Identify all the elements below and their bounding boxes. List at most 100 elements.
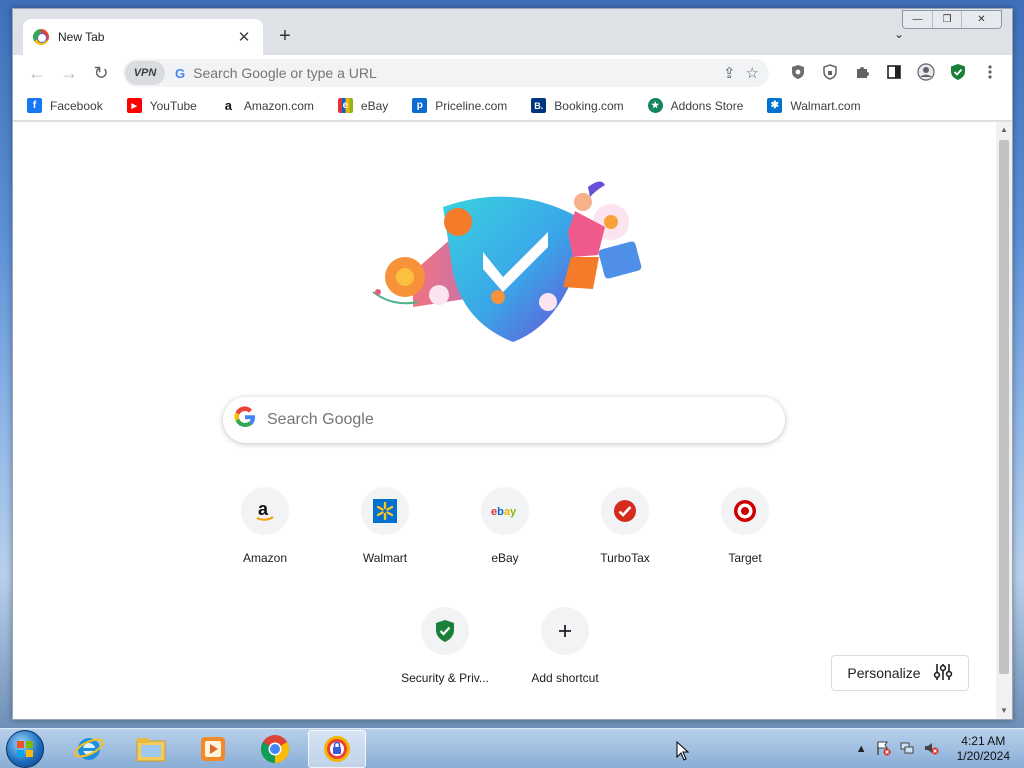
plus-icon <box>541 607 589 655</box>
search-input[interactable] <box>267 411 785 429</box>
action-center-flag-icon[interactable] <box>875 740 891 759</box>
walmart-logo-icon <box>361 487 409 535</box>
google-search-box[interactable] <box>223 397 785 443</box>
google-g-icon: G <box>175 65 186 81</box>
extension-lock-shield-icon[interactable] <box>818 60 842 84</box>
shortcut-ebay[interactable]: ebay eBay <box>449 487 561 565</box>
bookmark-amazon[interactable]: a Amazon.com <box>220 98 314 113</box>
chrome-taskbar-button[interactable] <box>246 730 304 768</box>
restore-button[interactable]: ❐ <box>932 11 961 28</box>
tab-title: New Tab <box>58 30 105 44</box>
green-shield-check-icon <box>421 607 469 655</box>
taskbar: ▲ 4:21 AM 1/20/2024 <box>0 728 1024 768</box>
browser-favicon-icon <box>33 29 49 45</box>
internet-explorer-icon <box>74 737 104 760</box>
personalize-button[interactable]: Personalize <box>831 655 969 691</box>
walmart-icon: ✱ <box>767 98 783 113</box>
extension-shield-gear-icon[interactable] <box>786 60 810 84</box>
forward-button[interactable]: → <box>53 59 85 87</box>
secure-browser-icon <box>324 735 350 762</box>
shortcut-label: TurboTax <box>600 551 650 565</box>
sliders-icon <box>933 662 953 685</box>
bookmark-addons-store[interactable]: ★ Addons Store <box>647 98 743 113</box>
bookmark-priceline[interactable]: p Priceline.com <box>412 98 507 113</box>
close-window-button[interactable]: ✕ <box>961 11 1001 28</box>
svg-text:ebay: ebay <box>491 506 517 518</box>
shortcut-turbotax[interactable]: TurboTax <box>569 487 681 565</box>
bookmark-label: Amazon.com <box>243 98 314 113</box>
ebay-logo-icon: ebay <box>481 487 529 535</box>
tab-close-icon[interactable]: ✕ <box>235 28 253 46</box>
scroll-up-arrow-icon[interactable]: ▲ <box>996 122 1012 138</box>
extensions-puzzle-icon[interactable] <box>850 60 874 84</box>
bookmark-facebook[interactable]: f Facebook <box>27 98 103 113</box>
bookmarks-bar: f Facebook ▶ YouTube a Amazon.com e eBay… <box>13 91 1012 121</box>
taskbar-clock[interactable]: 4:21 AM 1/20/2024 <box>957 734 1010 764</box>
ebay-bag-icon: e <box>337 98 353 113</box>
new-tab-button[interactable]: + <box>275 25 295 47</box>
security-shield-extension-icon[interactable] <box>946 60 970 84</box>
windows-logo-icon <box>17 740 33 757</box>
vpn-button[interactable]: VPN <box>125 61 165 85</box>
shortcut-label: Walmart <box>362 551 408 565</box>
bookmark-label: eBay <box>360 98 389 113</box>
desktop-background-left <box>0 0 12 730</box>
turbotax-check-icon <box>601 487 649 535</box>
bookmark-walmart[interactable]: ✱ Walmart.com <box>767 98 861 113</box>
volume-muted-icon[interactable] <box>923 740 939 759</box>
shortcut-label: eBay <box>491 551 519 565</box>
menu-kebab-icon[interactable] <box>978 60 1002 84</box>
profile-avatar-icon[interactable] <box>914 60 938 84</box>
facebook-icon: f <box>27 98 42 113</box>
toolbar: ← → ↻ VPN G ⇪ ☆ <box>13 55 1012 91</box>
share-icon[interactable]: ⇪ <box>723 64 736 82</box>
bookmark-youtube[interactable]: ▶ YouTube <box>126 98 197 113</box>
bookmark-ebay[interactable]: e eBay <box>337 98 389 113</box>
security-illustration <box>372 181 642 342</box>
scroll-down-arrow-icon[interactable]: ▼ <box>996 703 1012 719</box>
show-hidden-icons-icon[interactable]: ▲ <box>856 743 867 755</box>
booking-icon: B. <box>531 98 547 113</box>
amazon-logo-icon: a <box>241 487 289 535</box>
shortcut-label: Add shortcut <box>531 671 599 685</box>
tab-search-chevron-icon[interactable]: ⌄ <box>894 27 904 41</box>
media-player-icon <box>201 736 225 761</box>
bookmark-label: YouTube <box>149 98 197 113</box>
bookmark-booking[interactable]: B. Booking.com <box>531 98 624 113</box>
file-explorer-taskbar-button[interactable] <box>122 730 180 768</box>
system-tray: ▲ 4:21 AM 1/20/2024 <box>856 729 1010 768</box>
reload-button[interactable]: ↻ <box>85 59 117 87</box>
secure-browser-taskbar-button[interactable] <box>308 729 366 768</box>
network-icon[interactable] <box>899 740 915 759</box>
bookmark-label: Priceline.com <box>435 98 508 113</box>
shortcut-security-privacy[interactable]: Security & Priv... <box>389 607 501 685</box>
shortcut-walmart[interactable]: Walmart <box>329 487 441 565</box>
internet-explorer-taskbar-button[interactable] <box>60 730 118 768</box>
bookmark-label: Walmart.com <box>790 98 861 113</box>
vertical-scrollbar[interactable]: ▲ ▼ <box>996 122 1012 719</box>
omnibox-input[interactable] <box>193 65 723 81</box>
omnibox[interactable]: VPN G ⇪ ☆ <box>123 59 769 87</box>
chrome-icon <box>261 734 289 763</box>
minimize-button[interactable]: — <box>903 11 932 28</box>
new-tab-page: a Amazon Walmart ebay eBay TurboTax <box>13 122 997 719</box>
tab-new-tab[interactable]: New Tab ✕ <box>23 19 263 55</box>
clock-time: 4:21 AM <box>961 734 1006 748</box>
media-player-taskbar-button[interactable] <box>184 730 242 768</box>
window-controls: — ❐ ✕ <box>902 10 1002 29</box>
scroll-thumb[interactable] <box>999 140 1009 674</box>
extension-icons <box>786 60 1002 84</box>
shortcut-add[interactable]: Add shortcut <box>509 607 621 685</box>
bookmark-star-icon[interactable]: ☆ <box>746 64 759 82</box>
shortcut-label: Amazon <box>242 551 288 565</box>
shortcut-amazon[interactable]: a Amazon <box>209 487 321 565</box>
start-button[interactable] <box>6 729 44 768</box>
amazon-icon: a <box>220 98 236 113</box>
addons-store-icon: ★ <box>647 98 663 113</box>
bookmark-label: Facebook <box>50 98 103 113</box>
back-button[interactable]: ← <box>21 59 53 87</box>
google-logo-icon <box>233 405 257 435</box>
side-panel-icon[interactable] <box>882 60 906 84</box>
shortcut-target[interactable]: Target <box>689 487 801 565</box>
folder-icon <box>136 737 166 761</box>
